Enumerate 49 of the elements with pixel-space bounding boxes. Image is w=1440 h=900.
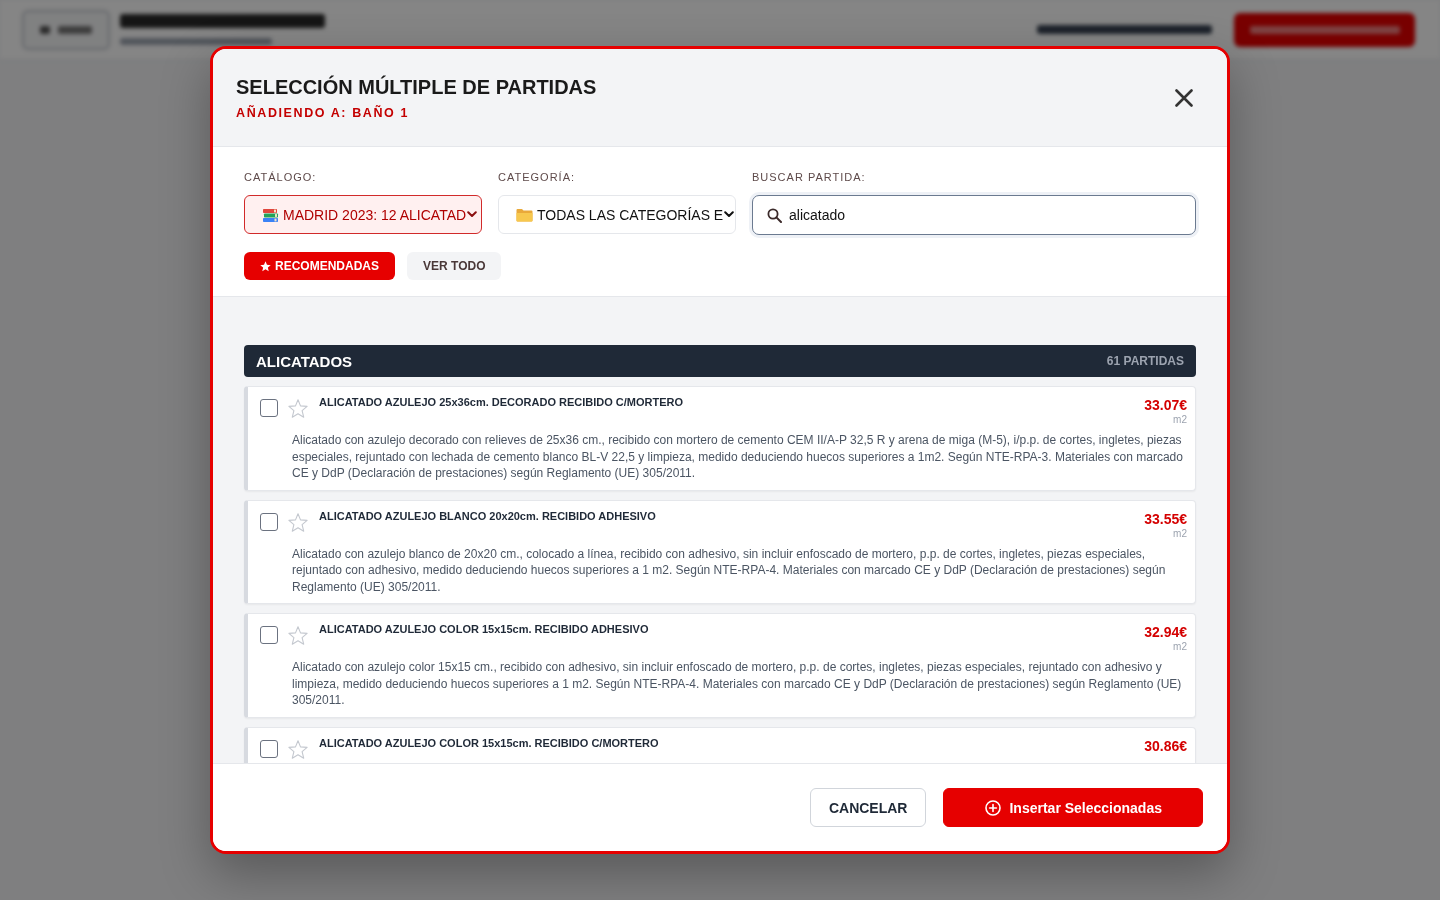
field-label: CATÁLOGO: [244,171,317,184]
search-input[interactable]: alicatado [789,207,909,223]
item-card[interactable] [244,386,1196,491]
field-label: BUSCAR PARTIDA: [752,171,866,184]
filter-tab[interactable]: VER TODO [407,252,502,280]
search-icon [767,207,782,223]
item-card[interactable] [244,613,1196,718]
star-icon [260,260,271,272]
item-title: ALICATADO AZULEJO COLOR 15x15cm. RECIBIDO ADHESIVO [319,622,650,636]
checkbox[interactable] [260,626,278,644]
books-icon [262,206,279,223]
star-icon[interactable] [288,626,308,645]
folder-icon [516,207,533,222]
plus-circle-icon [985,799,1002,816]
item-description: Alicatado con azulejo color 15x15 cm., recibido con adhesivo, sin incluir enfoscado de mortero, p.p. de cortes, ingletes, piezas especiales, rejuntado con adhesivo y limpieza, medido deduciendo huecos superiores a 1 m2. Según NTE-RPA-4. Materiales con marcado CE y DdP (Declaración de prestaciones) según Reglamento (UE) 305/2011. [292,659,1183,709]
unit-label: m2 [1173,414,1187,426]
dialog-subtitle: AÑADIENDO A: BAÑO 1 [236,104,410,121]
item-count: 61 PARTIDAS [1106,354,1184,368]
star-icon[interactable] [288,512,308,532]
category-dropdown[interactable]: TODAS LAS CATEGORÍAS E [498,195,736,234]
star-icon[interactable] [288,739,308,759]
item-price: 32.94€ [1144,623,1187,641]
item-card[interactable] [244,499,1196,604]
insert-button[interactable]: Insertar Seleccionadas [943,788,1203,827]
checkbox[interactable] [260,512,278,531]
chevron-down-icon [467,211,478,218]
unit-label: m2 [1173,641,1187,653]
cancel-button[interactable]: CANCELAR [809,788,927,827]
item-title: ALICATADO AZULEJO BLANCO 20x20cm. RECIBIDO ADHESIVO [319,508,657,523]
item-description: Alicatado con azulejo blanco de 20x20 cm., colocado a línea, recibido con adhesivo, sin incluir enfoscado de mortero, p.p. de cortes, ingletes, piezas especiales, rejuntado con adhesivo, medido deduciendo huecos superiores a 1 m2. Según NTE-RPA-4. Materiales con marcado CE y DdP (Declaración de prestaciones) según Reglamento (UE) 305/2011. [292,545,1167,595]
item-price: 30.86€ [1144,736,1187,755]
item-price: 33.55€ [1144,509,1187,528]
filter-tab[interactable]: RECOMENDADAS [244,252,395,280]
item-price: 33.07€ [1144,396,1187,414]
unit-label: m2 [1173,527,1187,540]
group-title: ALICATADOS [256,352,353,370]
star-icon[interactable] [288,399,308,418]
search-field[interactable]: alicatado [752,195,1196,235]
chevron-down-icon [724,211,735,218]
item-description: Alicatado con azulejo decorado con relieves de 25x36 cm., recibido con mortero de cemento CEM II/A-P 32,5 R y arena de miga (M-5), i/p.p. de cortes, ingletes, piezas especiales, rejuntado con lechada de cemento blanco BL-V 22,5 y limpieza, medido deduciendo huecos superiores a 1m2. Según NTE-RPA-3. Materiales con marcado CE y DdP (Declaración de prestaciones) según Reglamento (UE) 305/2011. [292,432,1184,482]
item-card[interactable]: ALICATADO AZULEJO COLOR 15x15cm. RECIBIDO C/MORTERO 30.86€ [244,726,1196,763]
item-title: ALICATADO AZULEJO COLOR 15x15cm. RECIBIDO C/MORTERO [319,735,660,750]
field-label: CATEGORÍA: [498,171,576,184]
checkbox[interactable] [260,739,278,758]
item-title: ALICATADO AZULEJO 25x36cm. DECORADO RECIBIDO C/MORTERO [319,395,685,409]
close-icon [1175,88,1193,107]
catalog-dropdown[interactable]: MADRID 2023: 12 ALICATAD [244,195,482,234]
dialog-title: SELECCIÓN MÚLTIPLE DE PARTIDAS [236,74,597,99]
checkbox[interactable] [260,399,278,417]
